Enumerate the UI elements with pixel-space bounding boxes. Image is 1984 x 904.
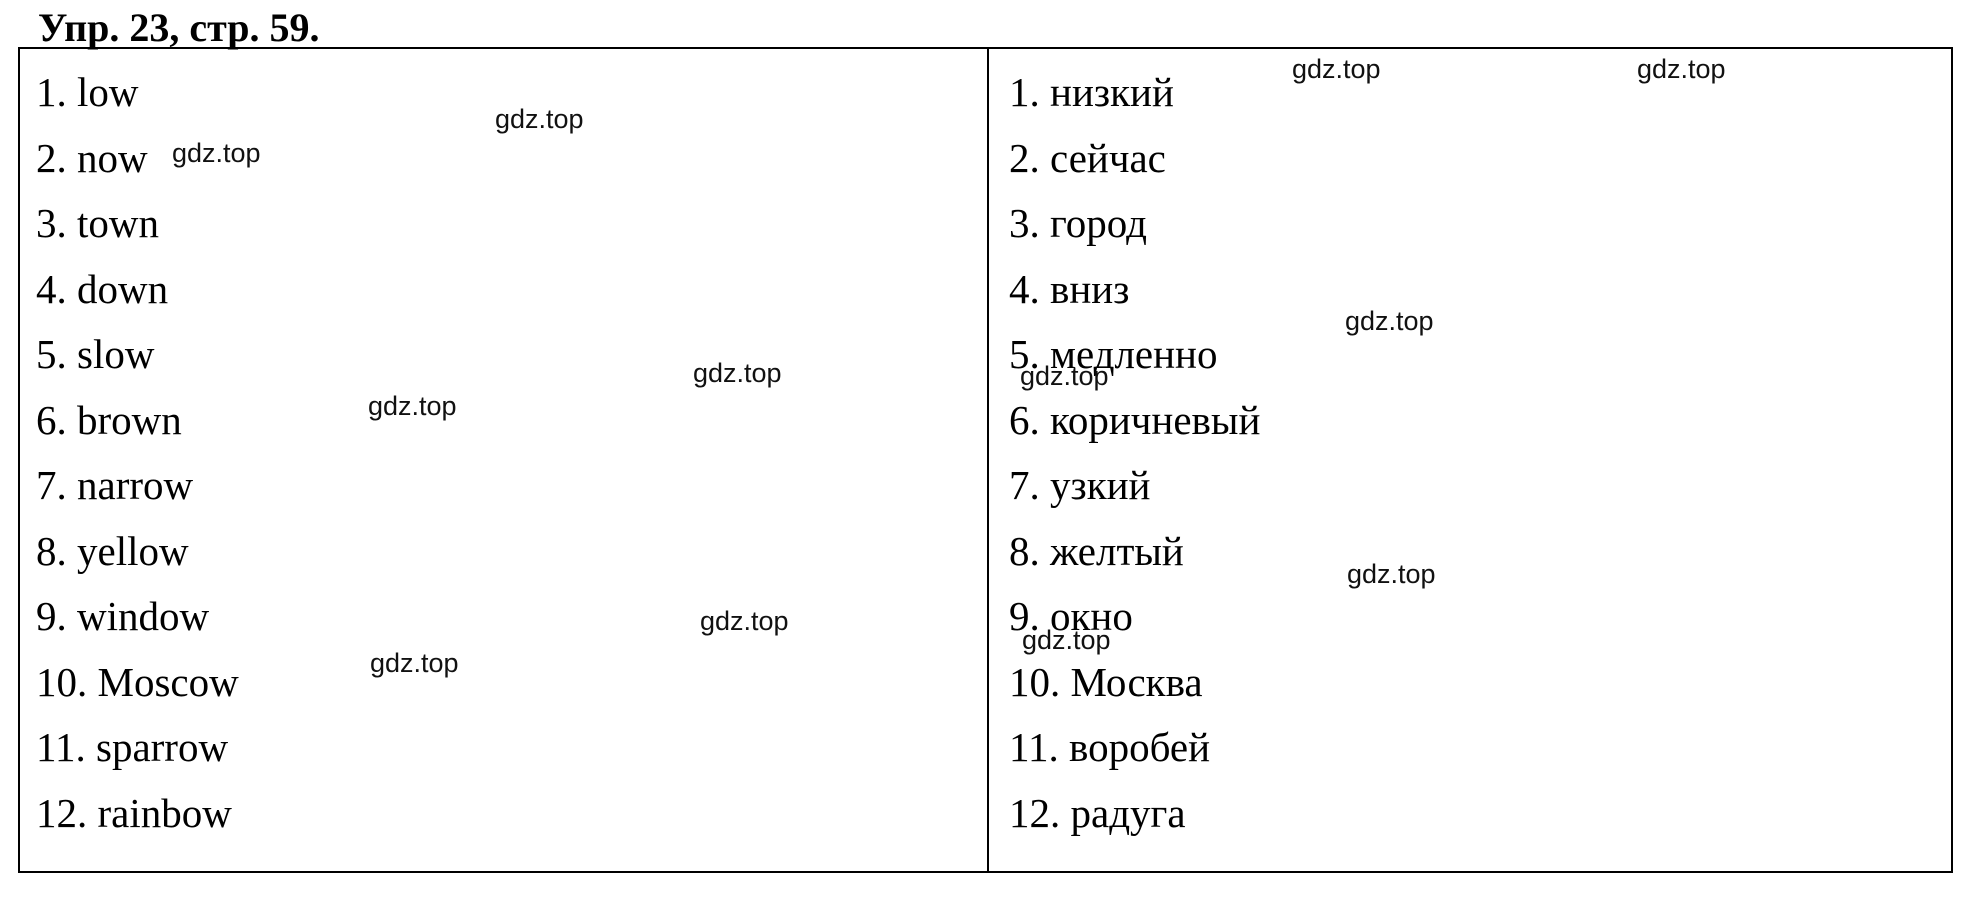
- vocab-item: 12. радуга: [1009, 781, 1953, 847]
- vocab-item-word: сейчас: [1050, 134, 1166, 181]
- vocab-item: 4. вниз: [1009, 257, 1953, 323]
- vocab-item-word: узкий: [1050, 462, 1151, 508]
- vocab-item-word: now: [77, 134, 148, 181]
- vocab-item-word: коричневый: [1050, 396, 1261, 443]
- vocab-item-word: Moscow: [97, 658, 239, 705]
- vocab-item-number: 7.: [36, 462, 67, 508]
- vocab-item-word: Москва: [1070, 658, 1203, 705]
- vocab-item: 10. Moscow: [36, 650, 987, 716]
- vocab-item-number: 8.: [1009, 527, 1040, 574]
- vocab-item-word: вниз: [1050, 265, 1130, 312]
- vocab-item: 2. сейчас: [1009, 126, 1953, 192]
- vocab-item-number: 11.: [36, 724, 86, 770]
- vocab-item: 1. low: [36, 60, 987, 126]
- vocab-item: 2. now: [36, 126, 987, 192]
- vocab-item-word: yellow: [77, 527, 189, 574]
- vocab-item-number: 3.: [36, 200, 67, 246]
- vocab-item: 9. window: [36, 584, 987, 650]
- vocab-item-number: 6.: [1009, 396, 1040, 443]
- vocab-item: 6. коричневый: [1009, 388, 1953, 454]
- vocab-item: 8. желтый: [1009, 519, 1953, 585]
- vocab-item-number: 9.: [36, 593, 67, 639]
- vocab-item-number: 2.: [36, 134, 67, 181]
- vocab-item-number: 9.: [1009, 593, 1040, 639]
- vocab-item: 6. brown: [36, 388, 987, 454]
- table-column-russian: 1. низкий 2. сейчас 3. город 4. вниз 5. медл…: [989, 49, 1953, 871]
- vocab-item-word: низкий: [1050, 69, 1174, 115]
- vocab-item-word: радуга: [1070, 789, 1186, 836]
- vocab-item: 12. rainbow: [36, 781, 987, 847]
- page-title: Упр. 23, стр. 59.: [38, 5, 320, 50]
- english-word-list: 1. low 2. now 3. town 4. down 5. slow 6. brow…: [36, 49, 987, 846]
- vocab-item-number: 1.: [36, 69, 67, 115]
- vocab-item-word: town: [77, 200, 159, 246]
- vocab-item-word: город: [1050, 200, 1147, 246]
- vocab-item-number: 5.: [36, 331, 67, 377]
- vocab-item-word: down: [77, 265, 169, 312]
- vocab-item: 4. down: [36, 257, 987, 323]
- vocab-item-number: 10.: [36, 658, 88, 705]
- vocab-item: 11. sparrow: [36, 715, 987, 781]
- vocab-item: 7. narrow: [36, 453, 987, 519]
- vocab-item: 9. окно: [1009, 584, 1953, 650]
- vocab-item-number: 3.: [1009, 200, 1040, 246]
- vocab-item-word: narrow: [77, 462, 194, 508]
- vocab-item: 3. город: [1009, 191, 1953, 257]
- vocab-item-number: 12.: [1009, 789, 1061, 836]
- vocab-item-word: медленно: [1050, 331, 1218, 377]
- vocab-item-number: 8.: [36, 527, 67, 574]
- vocabulary-table: 1. low 2. now 3. town 4. down 5. slow 6. brow…: [18, 47, 1953, 873]
- vocab-item-word: slow: [77, 331, 155, 377]
- vocab-item-number: 2.: [1009, 134, 1040, 181]
- vocab-item-number: 6.: [36, 396, 67, 443]
- vocab-item-number: 4.: [36, 265, 67, 312]
- vocab-item: 5. медленно: [1009, 322, 1953, 388]
- vocab-item-word: желтый: [1050, 527, 1184, 574]
- vocab-item-word: rainbow: [97, 789, 232, 836]
- vocab-item-number: 1.: [1009, 69, 1040, 115]
- vocab-item: 3. town: [36, 191, 987, 257]
- vocab-item-number: 10.: [1009, 658, 1061, 705]
- vocab-item-number: 11.: [1009, 724, 1059, 770]
- vocab-item: 5. slow: [36, 322, 987, 388]
- vocab-item-word: low: [77, 69, 139, 115]
- table-column-english: 1. low 2. now 3. town 4. down 5. slow 6. brow…: [20, 49, 987, 871]
- vocab-item: 11. воробей: [1009, 715, 1953, 781]
- vocab-item-word: воробей: [1068, 724, 1211, 770]
- russian-word-list: 1. низкий 2. сейчас 3. город 4. вниз 5. медл…: [1009, 49, 1953, 846]
- vocab-item-word: brown: [77, 396, 182, 443]
- vocab-item-word: window: [77, 593, 210, 639]
- vocab-item-number: 7.: [1009, 462, 1040, 508]
- vocab-item: 8. yellow: [36, 519, 987, 585]
- vocab-item-word: sparrow: [95, 724, 229, 770]
- vocab-item: 1. низкий: [1009, 60, 1953, 126]
- vocab-item: 10. Москва: [1009, 650, 1953, 716]
- vocab-item-number: 4.: [1009, 265, 1040, 312]
- vocab-item: 7. узкий: [1009, 453, 1953, 519]
- vocab-item-word: окно: [1050, 593, 1133, 639]
- vocab-item-number: 5.: [1009, 331, 1040, 377]
- vocab-item-number: 12.: [36, 789, 88, 836]
